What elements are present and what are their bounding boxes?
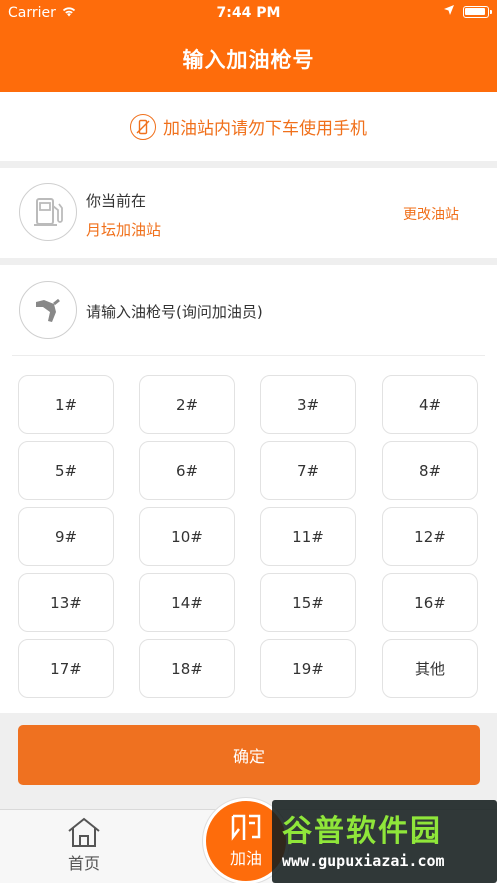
safety-notice: 加油站内请勿下车使用手机 <box>0 92 497 161</box>
notice-text: 加油站内请勿下车使用手机 <box>163 119 367 139</box>
pump-option-button[interactable]: 11# <box>260 507 356 566</box>
pump-option-button[interactable]: 14# <box>139 573 235 632</box>
tab-home[interactable]: 首页 <box>58 816 110 874</box>
pump-option-button[interactable]: 其他 <box>382 639 478 698</box>
pump-option-button[interactable]: 19# <box>260 639 356 698</box>
pump-option-button[interactable]: 16# <box>382 573 478 632</box>
pump-option-button[interactable]: 17# <box>18 639 114 698</box>
station-label: 你当前在 <box>86 192 147 210</box>
tab-refuel-label: 加油 <box>229 849 262 868</box>
home-icon <box>68 817 100 847</box>
status-right <box>443 4 492 20</box>
pump-option-button[interactable]: 13# <box>18 573 114 632</box>
pump-option-button[interactable]: 6# <box>139 441 235 500</box>
pump-option-button[interactable]: 3# <box>260 375 356 434</box>
pump-option-button[interactable]: 9# <box>18 507 114 566</box>
change-station-link[interactable]: 更改油站 <box>403 204 459 224</box>
pump-option-button[interactable]: 4# <box>382 375 478 434</box>
divider <box>12 355 485 356</box>
status-time: 7:44 PM <box>216 5 281 21</box>
pump-option-button[interactable]: 7# <box>260 441 356 500</box>
status-bar: Carrier 7:44 PM <box>0 0 497 26</box>
fuel-gun-icon <box>231 814 261 841</box>
watermark-title: 谷普软件园 <box>282 814 442 849</box>
pump-selection-panel: 请输入油枪号(询问加油员) 1# 2# 3# 4# 5# 6# 7# 8# 9# 10# 11# 12… <box>0 265 497 713</box>
page-title: 输入加油枪号 <box>182 48 315 72</box>
pump-option-button[interactable]: 10# <box>139 507 235 566</box>
pump-option-button[interactable]: 18# <box>139 639 235 698</box>
location-arrow-icon <box>443 4 455 20</box>
pump-option-button[interactable]: 1# <box>18 375 114 434</box>
watermark: 谷普软件园 www.gupuxiazai.com <box>272 800 497 883</box>
station-name: 月坛加油站 <box>86 221 162 239</box>
nav-bar: Carrier 7:44 PM 输入加油枪号 <box>0 0 497 92</box>
battery-icon <box>463 6 492 18</box>
watermark-url: www.gupuxiazai.com <box>282 852 445 870</box>
pump-option-button[interactable]: 2# <box>139 375 235 434</box>
no-phone-icon <box>130 113 156 140</box>
current-station-panel: 你当前在 月坛加油站 更改油站 <box>0 168 497 258</box>
fuel-pump-icon <box>19 183 77 241</box>
pump-option-button[interactable]: 5# <box>18 441 114 500</box>
pump-option-button[interactable]: 15# <box>260 573 356 632</box>
pump-option-button[interactable]: 12# <box>382 507 478 566</box>
confirm-button[interactable]: 确定 <box>18 725 480 785</box>
pump-prompt: 请输入油枪号(询问加油员) <box>86 303 263 321</box>
pump-option-button[interactable]: 8# <box>382 441 478 500</box>
fuel-nozzle-icon <box>19 281 77 339</box>
tab-home-label: 首页 <box>67 854 100 873</box>
